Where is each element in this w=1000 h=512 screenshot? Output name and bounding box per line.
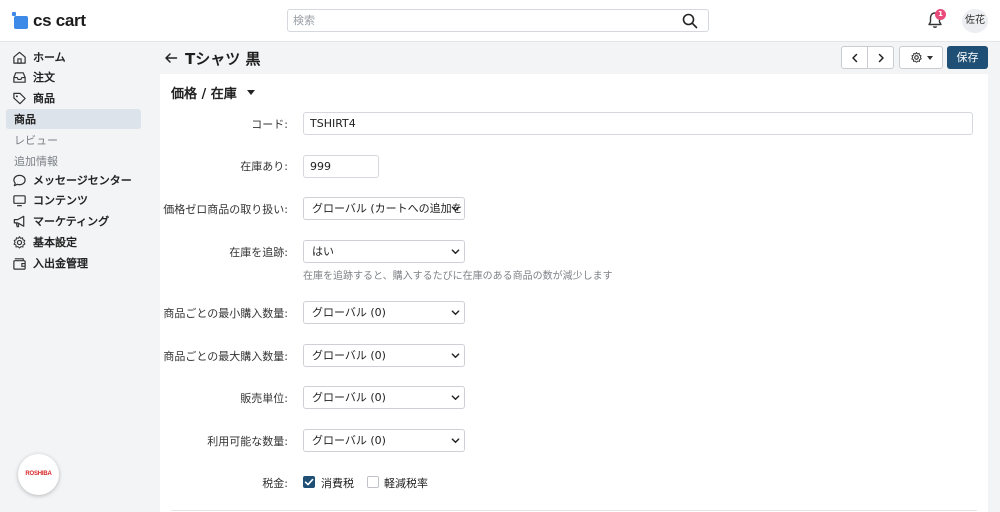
tag-icon bbox=[13, 92, 26, 104]
max-qty-select[interactable]: グローバル (0) bbox=[303, 344, 465, 367]
cs-cart-logo[interactable]: cs cart bbox=[12, 11, 86, 31]
sidebar-item-label: 注文 bbox=[33, 71, 55, 84]
available-qty-value: グローバル (0) bbox=[312, 434, 386, 447]
max-qty-label: 商品ごとの最大購入数量: bbox=[163, 350, 288, 363]
wallet-icon bbox=[13, 257, 26, 270]
brand-logo-button[interactable]: ROSHIBA bbox=[18, 454, 59, 495]
available-qty-label: 利用可能な数量: bbox=[207, 435, 288, 448]
checkmark-icon bbox=[304, 478, 314, 486]
gear-icon bbox=[13, 235, 26, 249]
inbox-icon bbox=[13, 71, 26, 83]
sidebar-item-label: マーケティング bbox=[33, 215, 110, 228]
gear-icon bbox=[910, 51, 922, 63]
avatar[interactable]: 佐花 bbox=[962, 9, 988, 33]
save-button[interactable]: 保存 bbox=[947, 46, 988, 69]
zero-price-label: 価格ゼロ商品の取り扱い: bbox=[163, 203, 288, 216]
min-qty-label: 商品ごとの最小購入数量: bbox=[163, 307, 288, 320]
consumption-tax-label: 消費税 bbox=[321, 477, 354, 490]
track-inventory-value: はい bbox=[312, 245, 334, 258]
track-inventory-label: 在庫を追跡: bbox=[229, 246, 288, 259]
search-input[interactable] bbox=[288, 10, 668, 31]
sales-unit-label: 販売単位: bbox=[240, 392, 288, 405]
chat-icon bbox=[13, 174, 26, 186]
consumption-tax-checkbox[interactable] bbox=[303, 476, 315, 488]
back-arrow-icon[interactable] bbox=[163, 50, 179, 66]
zero-price-value: グローバル (カートへの追加を bbox=[312, 202, 463, 215]
sidebar-item-settings[interactable]: 基本設定 bbox=[6, 232, 141, 252]
sidebar-item-content[interactable]: コンテンツ bbox=[6, 190, 141, 210]
divider bbox=[171, 510, 977, 511]
chevron-down-icon bbox=[451, 438, 460, 444]
track-inventory-select[interactable]: はい bbox=[303, 240, 465, 263]
sidebar-item-products[interactable]: 商品 bbox=[6, 88, 141, 108]
notification-badge: 1 bbox=[935, 9, 946, 20]
sidebar-item-label: 入出金管理 bbox=[33, 257, 88, 270]
chevron-down-icon bbox=[451, 249, 460, 255]
caret-down-icon bbox=[926, 55, 933, 60]
min-qty-select[interactable]: グローバル (0) bbox=[303, 301, 465, 324]
sidebar-item-payments[interactable]: 入出金管理 bbox=[6, 253, 141, 273]
reduced-tax-checkbox[interactable] bbox=[367, 476, 379, 488]
brand-logo-text: ROSHIBA bbox=[25, 471, 52, 477]
chevron-down-icon bbox=[451, 310, 460, 316]
sidebar-item-message-center[interactable]: メッセージセンター bbox=[6, 170, 141, 190]
sidebar-item-extra-info[interactable]: 追加情報 bbox=[14, 153, 58, 169]
section-title: 価格 / 在庫 bbox=[171, 87, 237, 102]
top-bar: cs cart 1 佐花 bbox=[0, 0, 1000, 42]
code-label: コード: bbox=[251, 118, 288, 131]
sales-unit-select[interactable]: グローバル (0) bbox=[303, 386, 465, 409]
track-inventory-help: 在庫を追跡すると、購入するたびに在庫のある商品の数が減少します bbox=[303, 271, 613, 282]
taxes-label: 税金: bbox=[262, 477, 288, 490]
zero-price-select[interactable]: グローバル (カートへの追加を bbox=[303, 197, 465, 220]
chevron-down-icon bbox=[451, 395, 460, 401]
sidebar-item-label: メッセージセンター bbox=[33, 174, 132, 187]
reduced-tax-label: 軽減税率 bbox=[384, 477, 428, 490]
sidebar-item-marketing[interactable]: マーケティング bbox=[6, 211, 141, 231]
caret-down-icon bbox=[246, 90, 255, 95]
section-toggle-price-inventory[interactable]: 価格 / 在庫 bbox=[171, 83, 255, 102]
previous-product-button[interactable] bbox=[841, 46, 868, 69]
sidebar-item-products-sub[interactable]: 商品 bbox=[6, 109, 141, 129]
next-product-button[interactable] bbox=[867, 46, 894, 69]
sidebar-item-label: 商品 bbox=[33, 92, 55, 105]
code-field[interactable] bbox=[303, 112, 973, 135]
sidebar-item-label: 基本設定 bbox=[33, 236, 77, 249]
sidebar-item-label: コンテンツ bbox=[33, 194, 88, 207]
chevron-right-icon bbox=[878, 53, 884, 62]
sidebar-item-orders[interactable]: 注文 bbox=[6, 67, 141, 87]
chevron-left-icon bbox=[851, 53, 857, 62]
page-title: Tシャツ 黒 bbox=[185, 50, 261, 68]
settings-dropdown-button[interactable] bbox=[899, 46, 943, 69]
max-qty-value: グローバル (0) bbox=[312, 349, 386, 362]
logo-mark-icon bbox=[12, 12, 30, 30]
megaphone-icon bbox=[13, 215, 25, 227]
logo-text: cs cart bbox=[33, 11, 86, 30]
monitor-icon bbox=[13, 194, 26, 206]
sidebar-item-home[interactable]: ホーム bbox=[6, 47, 141, 67]
search-box bbox=[287, 9, 709, 32]
in-stock-field[interactable] bbox=[303, 155, 379, 178]
available-qty-select[interactable]: グローバル (0) bbox=[303, 429, 465, 452]
chevron-down-icon bbox=[451, 353, 460, 359]
chevron-down-icon bbox=[451, 206, 460, 212]
min-qty-value: グローバル (0) bbox=[312, 306, 386, 319]
home-icon bbox=[13, 51, 26, 64]
sidebar-item-label: ホーム bbox=[33, 51, 66, 64]
sales-unit-value: グローバル (0) bbox=[312, 391, 386, 404]
sidebar-item-reviews[interactable]: レビュー bbox=[14, 132, 58, 148]
in-stock-label: 在庫あり: bbox=[240, 160, 288, 173]
sidebar-item-label: 商品 bbox=[14, 113, 36, 126]
search-icon[interactable] bbox=[682, 13, 698, 29]
